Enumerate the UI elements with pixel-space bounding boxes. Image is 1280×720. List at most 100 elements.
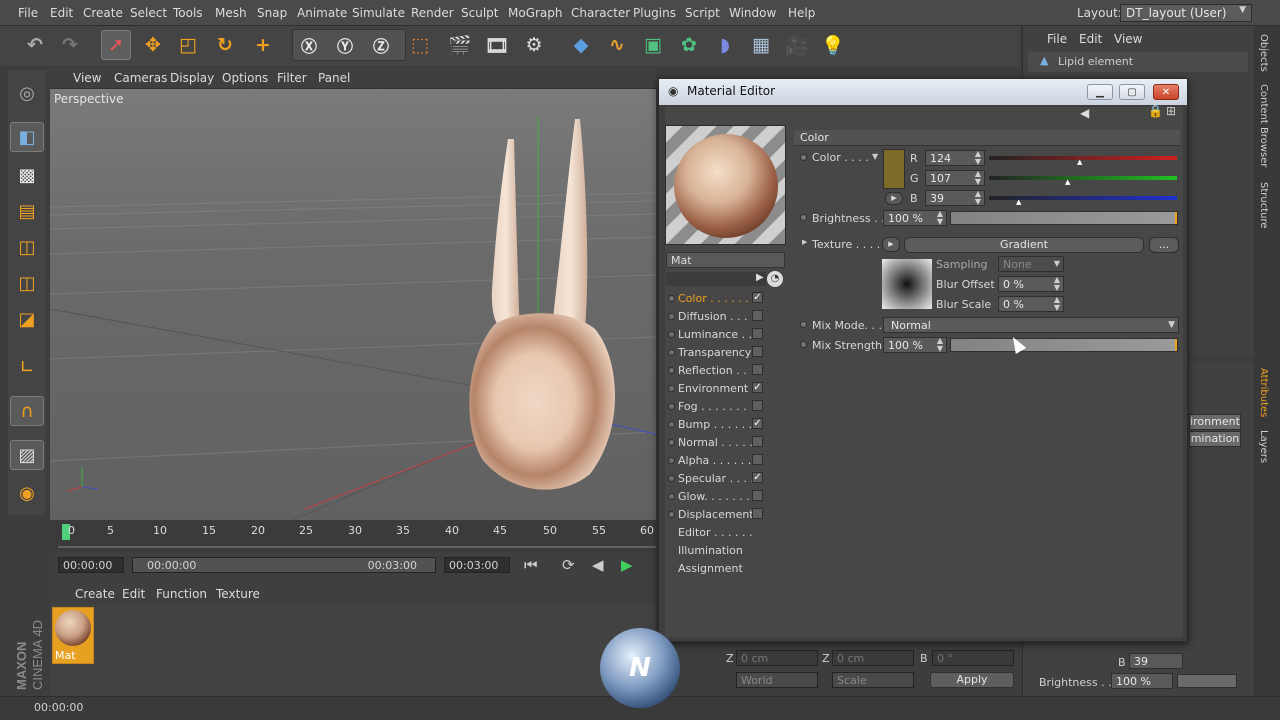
viewport-menu-panel[interactable]: Panel <box>318 71 350 85</box>
channel-checkbox[interactable]: ✓ <box>752 418 763 429</box>
material-name-field[interactable]: Mat <box>666 252 785 268</box>
apply-button[interactable]: Apply <box>930 672 1014 688</box>
current-time-field[interactable]: 00:00:00 <box>58 557 124 573</box>
undo-icon[interactable]: ↶ <box>20 30 50 60</box>
goto-start-icon[interactable]: ⏮ <box>524 556 538 574</box>
material-menu-create[interactable]: Create <box>75 587 115 601</box>
back-arrow-icon[interactable]: ◀ <box>1080 106 1089 120</box>
spin-icon[interactable]: ▲ ▼ <box>975 190 981 206</box>
side-tab-content-browser[interactable]: Content Browser <box>1258 84 1269 167</box>
color-swatch[interactable] <box>883 149 905 189</box>
spin-icon[interactable]: ▲ ▼ <box>1054 296 1060 312</box>
b-field[interactable]: 39 ▲ ▼ <box>925 190 985 206</box>
brightness-field[interactable]: 100 % ▲ ▼ <box>883 210 947 226</box>
cube-icon[interactable]: ◆ <box>566 30 596 60</box>
mix-mode-dropdown[interactable]: Normal ▼ <box>883 317 1179 333</box>
menu-tools[interactable]: Tools <box>173 6 203 20</box>
menu-character[interactable]: Character <box>571 6 630 20</box>
coordinate-system-icon[interactable]: ⬚ <box>405 30 435 60</box>
channel-checkbox[interactable] <box>752 490 763 501</box>
spin-icon[interactable]: ▲ ▼ <box>937 210 943 226</box>
y-axis-icon[interactable]: Ⓨ <box>330 30 360 60</box>
scale-dropdown[interactable]: Scale <box>832 672 914 688</box>
channel-checkbox[interactable] <box>752 328 763 339</box>
loop-icon[interactable]: ⟳ <box>562 556 575 574</box>
solo-icon[interactable]: ◉ <box>10 478 44 508</box>
z-axis-icon[interactable]: Ⓩ <box>366 30 396 60</box>
camera-icon[interactable]: 🎥 <box>782 30 812 60</box>
side-tab-attributes[interactable]: Attributes <box>1258 368 1269 417</box>
menu-select[interactable]: Select <box>130 6 167 20</box>
layout-select[interactable]: DT_layout (User) ▼ <box>1120 4 1252 22</box>
menu-simulate[interactable]: Simulate <box>352 6 405 20</box>
close-icon[interactable]: ✕ <box>1153 84 1179 100</box>
menu-edit[interactable]: Edit <box>50 6 73 20</box>
channel-checkbox[interactable] <box>752 346 763 357</box>
snap-icon[interactable]: ∩ <box>10 396 44 426</box>
expand-arrow-icon[interactable]: ▶ <box>756 272 764 283</box>
mograph-icon[interactable]: ✿ <box>674 30 704 60</box>
viewport-menu-cameras[interactable]: Cameras <box>114 71 167 85</box>
select-tool-icon[interactable]: ➚ <box>101 30 131 60</box>
channel-checkbox[interactable] <box>752 310 763 321</box>
mix-strength-field[interactable]: 100 % ▲ ▼ <box>883 337 947 353</box>
scale-tool-icon[interactable]: ◰ <box>173 30 203 60</box>
channel-checkbox[interactable] <box>752 400 763 411</box>
render-picture-viewer-icon[interactable]: 🎞 <box>482 30 512 60</box>
channel-checkbox[interactable]: ✓ <box>752 292 763 303</box>
render-view-icon[interactable]: 🎬 <box>445 30 475 60</box>
texture-button[interactable]: Gradient <box>904 237 1144 253</box>
blur-scale-field[interactable]: 0 % ▲ ▼ <box>998 296 1064 312</box>
channel-checkbox[interactable] <box>752 508 763 519</box>
brightness-slider[interactable] <box>950 211 1178 225</box>
blur-offset-field[interactable]: 0 % ▲ ▼ <box>998 276 1064 292</box>
step-back-icon[interactable]: ◀ <box>592 556 604 574</box>
material-thumbnail[interactable]: Mat <box>52 607 94 664</box>
axis-mode-icon[interactable]: ∟ <box>10 352 44 382</box>
viewport-menu-display[interactable]: Display <box>170 71 214 85</box>
workplane-lock-icon[interactable]: ▨ <box>10 440 44 470</box>
points-mode-icon[interactable]: ◫ <box>10 232 44 262</box>
time-range-slider[interactable]: 00:00:00 00:03:00 <box>132 557 436 573</box>
world-dropdown[interactable]: World <box>736 672 818 688</box>
menu-animate[interactable]: Animate <box>297 6 347 20</box>
r-slider-handle[interactable]: ▲ <box>1077 158 1082 166</box>
menu-mesh[interactable]: Mesh <box>215 6 247 20</box>
material-menu-edit[interactable]: Edit <box>122 587 145 601</box>
menu-snap[interactable]: Snap <box>257 6 287 20</box>
side-tab-structure[interactable]: Structure <box>1258 182 1269 229</box>
spline-icon[interactable]: ∿ <box>602 30 632 60</box>
make-editable-icon[interactable]: ◎ <box>10 78 44 108</box>
texture-menu-icon[interactable]: ▶ <box>882 237 900 252</box>
render-settings-icon[interactable]: ⚙ <box>519 30 549 60</box>
object-menu-edit[interactable]: Edit <box>1079 32 1102 46</box>
edges-mode-icon[interactable]: ◫ <box>10 268 44 298</box>
menu-file[interactable]: File <box>18 6 38 20</box>
generator-icon[interactable]: ▣ <box>638 30 668 60</box>
g-slider-handle[interactable]: ▲ <box>1065 178 1070 186</box>
channel-checkbox[interactable]: ✓ <box>752 382 763 393</box>
attr-brightness-slider[interactable] <box>1177 674 1237 688</box>
floor-icon[interactable]: ▦ <box>746 30 776 60</box>
material-preview[interactable] <box>665 125 786 245</box>
lock-icon[interactable]: 🔒 <box>1148 104 1163 118</box>
side-tab-layers[interactable]: Layers <box>1258 430 1269 463</box>
material-menu-texture[interactable]: Texture <box>216 587 260 601</box>
perspective-viewport[interactable]: Perspective <box>50 88 656 520</box>
menu-plugins[interactable]: Plugins <box>633 6 676 20</box>
max-time-field[interactable]: 00:03:00 <box>444 557 510 573</box>
maximize-icon[interactable]: ▢ <box>1119 84 1145 100</box>
menu-script[interactable]: Script <box>685 6 720 20</box>
sampling-dropdown[interactable]: None ▼ <box>998 256 1064 272</box>
menu-help[interactable]: Help <box>788 6 815 20</box>
redo-icon[interactable]: ↷ <box>55 30 85 60</box>
new-window-icon[interactable]: ⊞ <box>1166 104 1176 118</box>
play-icon[interactable]: ▶ <box>621 556 633 574</box>
g-field[interactable]: 107 ▲ ▼ <box>925 170 985 186</box>
polygons-mode-icon[interactable]: ◪ <box>10 304 44 334</box>
viewport-menu-view[interactable]: View <box>73 71 101 85</box>
deformer-icon[interactable]: ◗ <box>710 30 740 60</box>
object-menu-view[interactable]: View <box>1114 32 1142 46</box>
model-mode-icon[interactable]: ◧ <box>10 122 44 152</box>
mix-strength-slider[interactable] <box>950 338 1178 352</box>
